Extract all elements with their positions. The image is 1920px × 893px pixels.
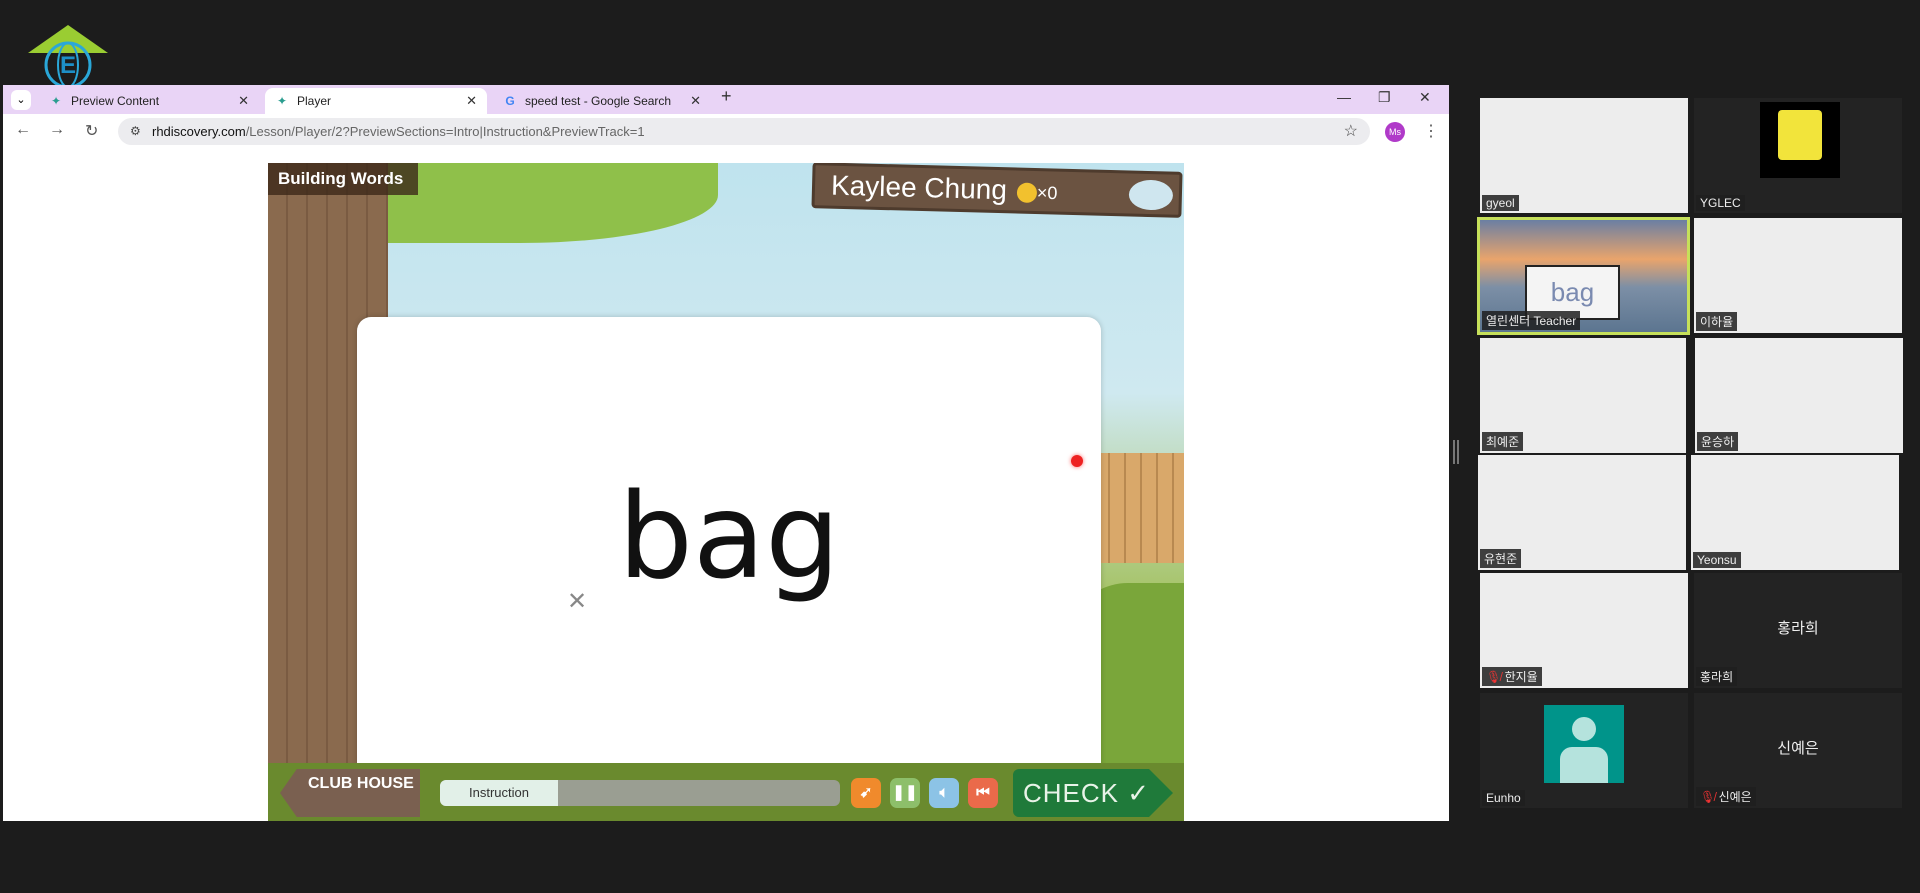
tab-speed-test[interactable]: G speed test - Google Search ✕ — [493, 88, 711, 114]
participant-tile[interactable]: 유현준 — [1478, 455, 1686, 570]
participant-name: 유현준 — [1480, 549, 1522, 568]
participant-name: 최예준 — [1482, 432, 1524, 451]
participant-name: 윤승하 — [1697, 432, 1739, 451]
pause-icon[interactable]: ❚❚ — [890, 778, 920, 808]
participant-name-text: 신예은 — [1718, 790, 1752, 804]
minimize-button[interactable]: — — [1337, 89, 1351, 105]
participant-name: gyeol — [1482, 195, 1519, 211]
tree-scenery — [388, 163, 718, 243]
participant-tile[interactable]: gyeol — [1480, 98, 1688, 213]
profile-avatar[interactable]: Ms — [1385, 122, 1405, 142]
avatar-image — [1760, 102, 1840, 178]
panel-resize-handle[interactable] — [1453, 440, 1459, 464]
coin-count: ×0 — [1036, 182, 1058, 204]
participant-name: Eunho — [1482, 790, 1525, 806]
skip-icon[interactable]: ➹ — [851, 778, 881, 808]
browser-window: ⌄ ✦ Preview Content ✕ ✦ Player ✕ G speed… — [3, 85, 1449, 821]
tab-label: Preview Content — [71, 94, 160, 108]
participant-name: 열린센터 Teacher — [1482, 311, 1581, 330]
butterfly-icon: ✦ — [50, 94, 62, 108]
participant-center-name: 신예은 — [1777, 740, 1819, 757]
tab-label: speed test - Google Search — [525, 94, 672, 108]
participant-tile[interactable]: Yeonsu — [1691, 455, 1899, 570]
rewind-icon[interactable]: ⏮︎ — [968, 778, 998, 808]
bookmark-star-icon[interactable]: ☆ — [1344, 118, 1358, 145]
tab-preview-content[interactable]: ✦ Preview Content ✕ — [39, 88, 259, 114]
tab-search-dropdown[interactable]: ⌄ — [11, 90, 31, 110]
lesson-progress: Instruction — [440, 780, 840, 806]
svg-text:E: E — [60, 52, 76, 79]
word-card: bag ✕ — [357, 317, 1101, 778]
tab-player[interactable]: ✦ Player ✕ — [265, 88, 487, 114]
close-tab-icon[interactable]: ✕ — [466, 93, 477, 109]
restore-button[interactable]: ❐ — [1378, 89, 1391, 106]
participant-center-name: 홍라희 — [1777, 620, 1819, 637]
participant-tile[interactable]: 🎙︎̸ 한지율 — [1480, 573, 1688, 688]
participant-tile[interactable]: YGLEC — [1694, 98, 1902, 213]
participant-tile[interactable]: 홍라희 홍라희 — [1694, 573, 1902, 688]
player-controls: CLUB HOUSE Instruction ➹ ❚❚ 🔈︎ ⏮︎ CHECK … — [268, 763, 1184, 821]
audio-icon[interactable]: 🔈︎ — [929, 778, 959, 808]
address-bar[interactable]: ⚙ rhdiscovery.com/Lesson/Player/2?Previe… — [118, 118, 1370, 145]
mouse-cursor — [1071, 455, 1083, 467]
participant-name: 홍라희 — [1696, 667, 1738, 686]
fence-scenery — [1094, 453, 1184, 563]
birdhouse-icon[interactable] — [1128, 179, 1174, 211]
player-name: Kaylee Chung — [830, 169, 1008, 206]
participant-tile[interactable]: 윤승하 — [1695, 338, 1903, 453]
site-settings-icon[interactable]: ⚙ — [130, 118, 141, 145]
participant-tile[interactable]: 최예준 — [1480, 338, 1686, 453]
coin-icon — [1016, 182, 1038, 203]
close-tab-icon[interactable]: ✕ — [690, 93, 701, 109]
close-tab-icon[interactable]: ✕ — [238, 93, 249, 109]
new-tab-button[interactable]: + — [721, 86, 732, 107]
tab-label: Player — [297, 94, 332, 108]
tab-bar: ⌄ ✦ Preview Content ✕ ✦ Player ✕ G speed… — [3, 85, 1449, 114]
participant-name: 🎙︎̸ 한지율 — [1482, 667, 1542, 686]
url-host: rhdiscovery.com — [152, 124, 246, 139]
reload-icon[interactable]: ↻ — [85, 121, 98, 141]
participant-name: YGLEC — [1696, 195, 1745, 211]
lesson-player: Building Words Kaylee Chung ×0 bag ✕ CLUB… — [268, 163, 1184, 821]
section-title: Building Words — [268, 163, 418, 195]
default-avatar-icon — [1544, 705, 1624, 783]
player-name-sign: Kaylee Chung ×0 — [811, 163, 1183, 218]
address-row: ← → ↻ ⚙ rhdiscovery.com/Lesson/Player/2?… — [3, 114, 1449, 148]
butterfly-icon: ✦ — [276, 94, 288, 108]
forward-icon[interactable]: → — [49, 121, 65, 139]
progress-label: Instruction — [440, 780, 558, 806]
google-icon: G — [505, 94, 515, 108]
muted-mic-icon: 🎙︎̸ — [1486, 670, 1502, 684]
word-text: bag — [617, 467, 841, 605]
menu-kebab-icon[interactable]: ⋮ — [1423, 121, 1439, 141]
close-window-button[interactable]: ✕ — [1419, 89, 1431, 106]
participant-tile-active[interactable]: bag 열린센터 Teacher — [1477, 217, 1690, 335]
participant-name: Yeonsu — [1693, 552, 1741, 568]
participant-name-text: 한지율 — [1504, 670, 1538, 684]
participant-tile[interactable]: 이하율 — [1694, 218, 1902, 333]
club-house-button[interactable]: CLUB HOUSE — [280, 769, 420, 817]
participant-tile[interactable]: 신예은 🎙︎̸ 신예은 — [1694, 693, 1902, 808]
check-button[interactable]: CHECK ✓ — [1013, 769, 1173, 817]
muted-mic-icon: 🎙︎̸ — [1700, 790, 1716, 804]
back-icon[interactable]: ← — [15, 121, 31, 139]
participant-tile[interactable]: Eunho — [1480, 693, 1688, 808]
url-path: /Lesson/Player/2?PreviewSections=Intro|I… — [245, 124, 645, 139]
close-icon[interactable]: ✕ — [567, 587, 587, 616]
participant-name: 🎙︎̸ 신예은 — [1696, 787, 1756, 806]
participant-name: 이하율 — [1696, 312, 1738, 331]
